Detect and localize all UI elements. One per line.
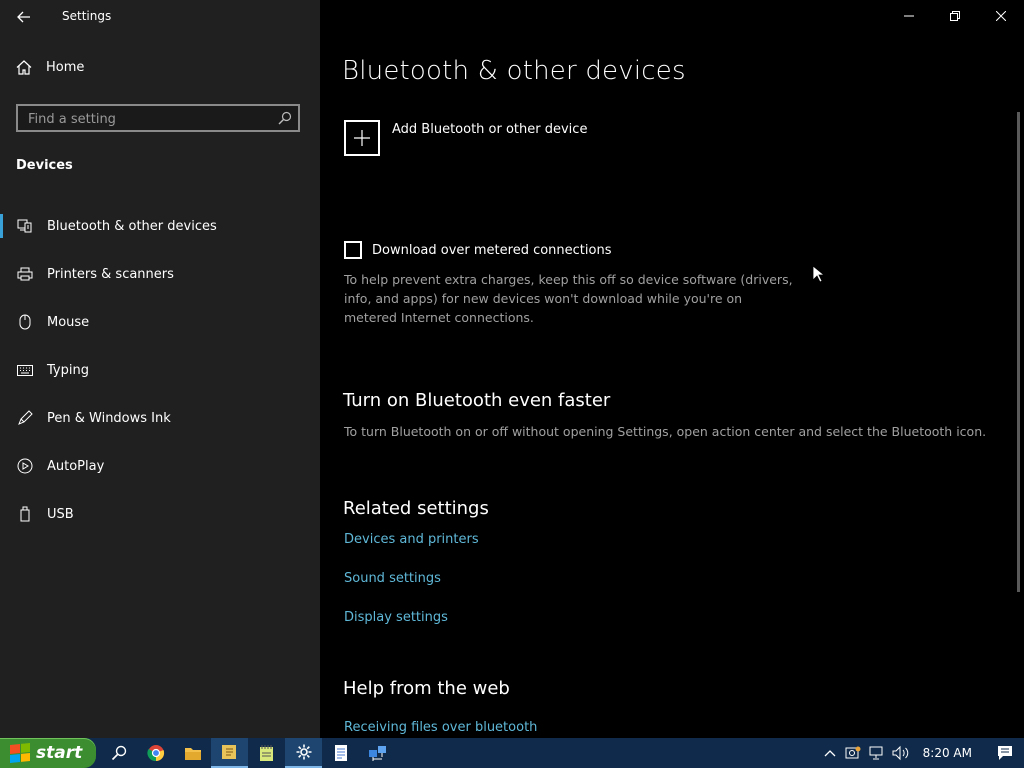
start-label: start <box>36 743 83 763</box>
chevron-up-icon <box>824 750 836 757</box>
network-app-icon[interactable] <box>359 738 396 768</box>
sound-settings-link[interactable]: Sound settings <box>344 571 441 586</box>
sidebar-item-pen[interactable]: Pen & Windows Ink <box>0 394 320 442</box>
chrome-icon[interactable] <box>137 738 174 768</box>
faster-description: To turn Bluetooth on or off without open… <box>344 424 987 439</box>
pen-icon <box>17 410 33 426</box>
search-box[interactable] <box>16 104 300 132</box>
tray-app-icon[interactable] <box>841 738 865 768</box>
metered-connections-label: Download over metered connections <box>372 242 612 258</box>
document-icon[interactable] <box>322 738 359 768</box>
main-content: Bluetooth & other devices Add Bluetooth … <box>320 0 1024 738</box>
devices-nav: Bluetooth & other devices Printers & sca… <box>0 202 320 538</box>
metered-connections-checkbox-row[interactable]: Download over metered connections <box>344 241 611 259</box>
faster-heading: Turn on Bluetooth even faster <box>343 390 611 411</box>
sidebar-item-label: AutoPlay <box>47 458 105 474</box>
sidebar-item-usb[interactable]: USB <box>0 490 320 538</box>
search-icon[interactable] <box>100 738 137 768</box>
add-device-label: Add Bluetooth or other device <box>392 122 588 137</box>
metered-description: To help prevent extra charges, keep this… <box>344 272 793 325</box>
add-device-button[interactable]: Add Bluetooth or other device <box>344 120 587 156</box>
back-button[interactable] <box>12 6 36 28</box>
search-input[interactable] <box>26 109 270 129</box>
start-button[interactable]: start <box>0 738 96 768</box>
devices-and-printers-link[interactable]: Devices and printers <box>344 532 479 547</box>
windows-logo-icon <box>10 742 30 764</box>
mouse-cursor-icon <box>812 265 824 283</box>
home-nav-item[interactable]: Home <box>16 60 84 75</box>
home-icon <box>16 60 32 75</box>
system-tray: 8:20 AM <box>819 738 1024 768</box>
sidebar-item-label: Typing <box>47 362 89 378</box>
sidebar-item-label: Pen & Windows Ink <box>47 410 171 426</box>
bluetooth-devices-icon <box>17 219 33 233</box>
pinned-apps <box>100 738 396 768</box>
clock[interactable]: 8:20 AM <box>923 738 972 768</box>
receiving-files-link[interactable]: Receiving files over bluetooth <box>344 720 537 735</box>
volume-icon[interactable] <box>889 738 913 768</box>
file-explorer-icon[interactable] <box>174 738 211 768</box>
notepad-icon[interactable] <box>248 738 285 768</box>
sidebar-item-typing[interactable]: Typing <box>0 346 320 394</box>
sidebar-item-bluetooth[interactable]: Bluetooth & other devices <box>0 202 320 250</box>
usb-icon <box>17 506 33 522</box>
scrollbar[interactable] <box>1017 112 1020 592</box>
display-settings-link[interactable]: Display settings <box>344 610 448 625</box>
title-bar: Settings <box>0 0 320 34</box>
metered-connections-checkbox[interactable] <box>344 241 362 259</box>
sidebar-item-label: USB <box>47 506 74 522</box>
taskbar: start 8:20 AM <box>0 738 1024 768</box>
sidebar-item-printers[interactable]: Printers & scanners <box>0 250 320 298</box>
keyboard-icon <box>17 364 33 376</box>
page-title: Bluetooth & other devices <box>342 56 686 86</box>
network-icon[interactable] <box>865 738 889 768</box>
mouse-icon <box>17 314 33 330</box>
sidebar: Settings Home Devices Bluetooth & other … <box>0 0 320 738</box>
related-settings-heading: Related settings <box>343 498 489 519</box>
sticky-notes-icon[interactable] <box>211 738 248 768</box>
action-center-button[interactable] <box>986 738 1024 768</box>
autoplay-icon <box>17 458 33 474</box>
notifications-icon <box>998 746 1012 760</box>
home-label: Home <box>46 60 85 75</box>
printer-icon <box>17 267 33 281</box>
sidebar-item-label: Bluetooth & other devices <box>47 218 217 234</box>
app-title: Settings <box>62 9 112 23</box>
settings-icon[interactable] <box>285 738 322 768</box>
sidebar-item-autoplay[interactable]: AutoPlay <box>0 442 320 490</box>
help-heading: Help from the web <box>343 678 510 699</box>
sidebar-item-label: Mouse <box>47 314 90 330</box>
back-arrow-icon <box>17 11 30 23</box>
plus-icon <box>344 120 380 156</box>
section-label: Devices <box>16 158 73 173</box>
show-hidden-icons-button[interactable] <box>819 738 841 768</box>
sidebar-item-label: Printers & scanners <box>47 266 174 282</box>
sidebar-item-mouse[interactable]: Mouse <box>0 298 320 346</box>
search-icon[interactable] <box>278 111 292 125</box>
